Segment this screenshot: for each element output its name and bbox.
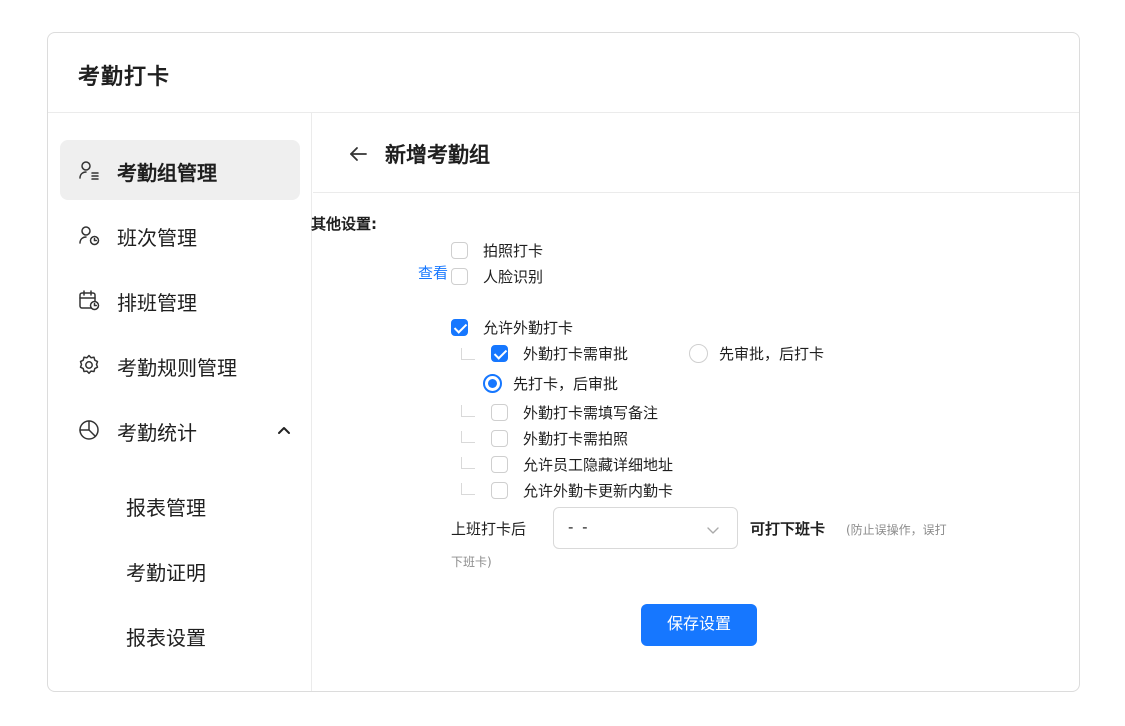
tree-connector (461, 457, 475, 469)
page-title: 新增考勤组 (385, 143, 490, 167)
field-need-approval-checkbox[interactable] (491, 345, 508, 362)
allow-field-checkin-label: 允许外勤打卡 (483, 319, 574, 337)
pie-chart-icon (77, 418, 101, 442)
hint-text-line1: (防止误操作，误打 (846, 523, 947, 537)
sidebar-subitem-report-settings[interactable]: 报表设置 (60, 605, 300, 665)
sidebar-item-shift[interactable]: 班次管理 (60, 205, 300, 265)
approve-first-radio[interactable] (689, 344, 708, 363)
gear-icon (77, 353, 101, 377)
sidebar-subitem-label: 报表管理 (126, 496, 206, 520)
field-need-note-label: 外勤打卡需填写备注 (523, 404, 659, 422)
tree-connector (461, 483, 475, 495)
update-inner-checkbox[interactable] (491, 482, 508, 499)
user-clock-icon (77, 223, 101, 247)
sidebar-item-rules[interactable]: 考勤规则管理 (60, 335, 300, 395)
checkout-delay-select[interactable]: - - (553, 507, 738, 549)
other-settings-label: 其他设置: (311, 215, 377, 233)
sidebar-subitem-label: 考勤证明 (126, 561, 206, 585)
sidebar-subitem-attendance-proof[interactable]: 考勤证明 (60, 540, 300, 600)
allow-field-checkin-checkbox[interactable] (451, 319, 468, 336)
sidebar-item-attendance-group[interactable]: 考勤组管理 (60, 140, 300, 200)
after-checkin-label: 上班打卡后 (451, 520, 527, 538)
photo-checkin-checkbox[interactable] (451, 242, 468, 259)
hide-address-checkbox[interactable] (491, 456, 508, 473)
approve-first-label: 先审批，后打卡 (719, 345, 825, 363)
tree-connector (461, 431, 475, 443)
field-need-photo-checkbox[interactable] (491, 430, 508, 447)
view-link[interactable]: 查看 (418, 262, 448, 283)
app-title: 考勤打卡 (78, 65, 171, 90)
can-checkout-label: 可打下班卡 (750, 520, 826, 538)
sidebar-item-label: 考勤规则管理 (117, 356, 237, 380)
back-arrow-icon[interactable] (347, 143, 369, 165)
checkout-delay-value: - - (568, 518, 590, 536)
sidebar-subitem-label: 报表设置 (126, 626, 206, 650)
sidebar-item-schedule[interactable]: 排班管理 (60, 270, 300, 330)
user-group-icon (77, 158, 101, 182)
tree-connector (461, 348, 475, 360)
calendar-clock-icon (77, 288, 101, 312)
checkin-first-label: 先打卡，后审批 (513, 375, 619, 393)
field-need-note-checkbox[interactable] (491, 404, 508, 421)
card-header: 考勤打卡 (48, 33, 1079, 113)
chevron-down-icon (706, 522, 720, 536)
sidebar: 考勤组管理 班次管理 排班管理 考勤规则管理 考勤统计 报表管理 考勤证明 报表… (48, 113, 312, 691)
face-recognition-label: 人脸识别 (483, 268, 544, 286)
sidebar-subitem-report-management[interactable]: 报表管理 (60, 475, 300, 535)
sidebar-item-label: 班次管理 (117, 226, 197, 250)
field-need-photo-label: 外勤打卡需拍照 (523, 430, 629, 448)
save-settings-button[interactable]: 保存设置 (641, 604, 757, 646)
update-inner-label: 允许外勤卡更新内勤卡 (523, 482, 674, 500)
content-header: 新增考勤组 (313, 113, 1079, 193)
sidebar-item-statistics[interactable]: 考勤统计 (60, 400, 300, 460)
tree-connector (461, 405, 475, 417)
sidebar-item-label: 考勤统计 (117, 421, 197, 445)
field-need-approval-label: 外勤打卡需审批 (523, 345, 629, 363)
hide-address-label: 允许员工隐藏详细地址 (523, 456, 674, 474)
photo-checkin-label: 拍照打卡 (483, 242, 544, 260)
sidebar-item-label: 排班管理 (117, 291, 197, 315)
hint-text-line2: 下班卡) (451, 555, 492, 569)
chevron-up-icon[interactable] (274, 420, 294, 440)
checkin-first-radio[interactable] (483, 374, 502, 393)
sidebar-item-label: 考勤组管理 (117, 161, 217, 185)
face-recognition-checkbox[interactable] (451, 268, 468, 285)
